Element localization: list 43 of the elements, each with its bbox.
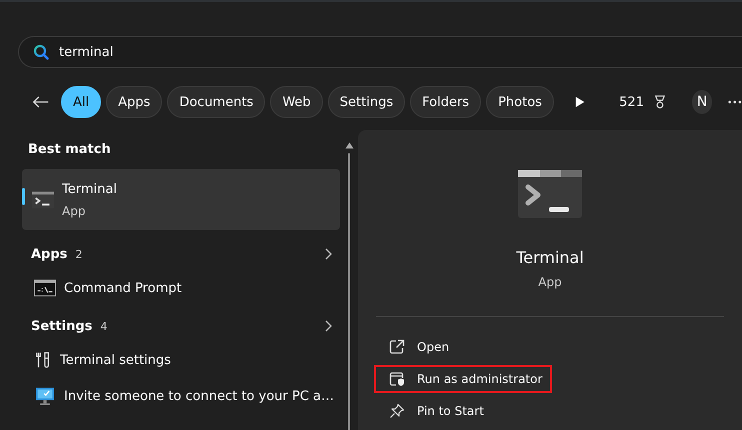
result-item[interactable]: Invite someone to connect to your PC a… [22, 382, 340, 410]
search-field[interactable]: terminal [59, 44, 359, 60]
account-avatar[interactable]: N [692, 90, 712, 114]
command-prompt-icon [34, 279, 56, 297]
section-heading: Settings [31, 318, 92, 334]
filter-tab[interactable]: Settings [328, 86, 406, 118]
filter-tab[interactable]: Photos [486, 86, 554, 118]
chevron-right-icon[interactable] [324, 248, 332, 260]
app-type: App [538, 275, 562, 289]
action-item[interactable]: Run as administrator [374, 365, 552, 393]
wrench-screwdriver-icon [34, 351, 52, 369]
result-count: 4 [100, 320, 108, 332]
result-item[interactable]: Terminal settings [22, 346, 340, 374]
result-title: Terminal [62, 182, 117, 196]
result-item[interactable]: Command Prompt [22, 274, 340, 302]
section-heading: Best match [28, 142, 112, 157]
monitor-icon [34, 387, 56, 405]
search-icon [33, 44, 49, 60]
play-icon[interactable] [574, 95, 586, 109]
scrollbar[interactable] [348, 153, 350, 430]
chevron-right-icon[interactable] [324, 320, 332, 332]
terminal-icon [518, 170, 582, 218]
terminal-icon [32, 190, 54, 208]
best-match-item[interactable]: Terminal App [22, 169, 340, 230]
pin-icon [389, 403, 405, 419]
filter-tab[interactable]: Documents [167, 86, 266, 118]
filter-tab[interactable]: Web [270, 86, 323, 118]
filter-tab[interactable]: Folders [410, 86, 482, 118]
filter-tab[interactable]: All [61, 86, 102, 118]
scroll-up-icon[interactable] [344, 142, 354, 149]
action-item[interactable]: Pin to Start [374, 397, 534, 425]
open-external-icon [389, 339, 405, 355]
back-arrow-icon[interactable] [32, 94, 50, 110]
medal-icon[interactable] [654, 94, 666, 110]
action-item[interactable]: Open [374, 333, 534, 361]
app-title: Terminal [516, 248, 584, 267]
result-count: 2 [75, 248, 84, 260]
result-type: App [62, 204, 86, 218]
more-icon[interactable] [728, 100, 742, 104]
filter-tab[interactable]: Apps [106, 86, 162, 118]
points-count: 521 [619, 94, 644, 110]
window-shield-icon [389, 371, 405, 387]
section-heading: Apps [31, 246, 68, 262]
